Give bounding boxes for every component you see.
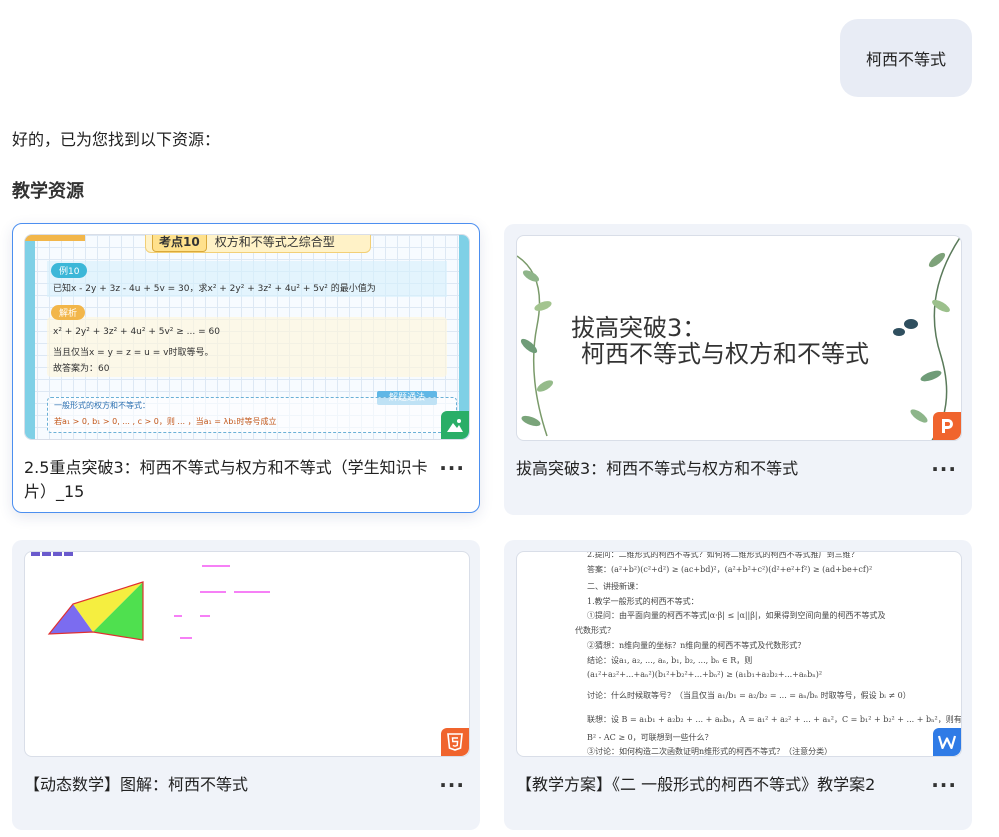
header-text: 权方和不等式之综合型 (214, 234, 335, 249)
resource-title[interactable]: 【教学方案】《二 一般形式的柯西不等式》教学案2 (516, 773, 921, 797)
resource-thumbnail[interactable]: 拔高突破3： 柯西不等式与权方和不等式 (516, 235, 962, 441)
general-title: 一般形式的权方和不等式： (54, 401, 150, 410)
document-line: 二、讲授新课： (587, 582, 643, 591)
resource-thumbnail[interactable] (24, 551, 470, 757)
document-line: 答案：(a²+b²)(c²+d²) ≥ (ac+bd)²，(a²+b²+c²)(… (587, 565, 873, 574)
document-line: 联想：设 B = a₁b₁ + a₂b₂ + ... + aₙbₙ，A = a₁… (587, 715, 962, 724)
resource-card[interactable]: 【动态数学】图解：柯西不等式 ··· (12, 540, 480, 830)
resource-card[interactable]: 2.提问：二维形式的柯西不等式？如何将二维形式的柯西不等式推广到三维？ 答案：(… (504, 540, 972, 830)
solution-tag: 解析 (51, 305, 86, 320)
general-line: 若a₁ > 0, b₁ > 0, ... , c > 0，则 ... ，当a₁ … (54, 417, 277, 426)
word-type-icon (933, 728, 961, 756)
document-line: 结论：设a₁, a₂, ..., aₙ, b₁, b₂, ..., bₙ ∈ R… (587, 656, 753, 665)
document-line: 代数形式？ (575, 626, 615, 635)
leaf-decoration-left (517, 255, 554, 437)
slide-title-line: 柯西不等式与权方和不等式 (581, 340, 869, 368)
resource-title[interactable]: 拔高突破3：柯西不等式与权方和不等式 (516, 457, 921, 481)
document-line: B² - AC ≥ 0，可联想到一些什么？ (587, 733, 713, 742)
more-options-button[interactable]: ··· (439, 456, 465, 480)
more-options-button[interactable]: ··· (931, 773, 957, 797)
document-line: 1.教学一般形式的柯西不等式： (587, 597, 699, 606)
problem-line: 已知x - 2y + 3z - 4u + 5v = 30，求x² + 2y² +… (53, 284, 376, 294)
document-line: ③讨论：如何构造二次函数证明n维形式的柯西不等式？（注意分类） (587, 747, 833, 756)
right-stripe (459, 235, 469, 439)
geometry-toolbar (31, 552, 73, 556)
resource-title[interactable]: 2.5重点突破3：柯西不等式与权方和不等式（学生知识卡片）_15 (24, 456, 429, 504)
general-form-box: 一般形式的权方和不等式： 若a₁ > 0, b₁ > 0, ... , c > … (47, 397, 457, 433)
example-tag: 例10 (51, 263, 88, 278)
document-line: 讨论：什么时候取等号？（当且仅当 a₁/b₁ = a₂/b₂ = ... = a… (587, 691, 911, 700)
solution-line: 故答案为：60 (53, 364, 110, 374)
solution-line: 当且仅当x = y = z = u = v时取等号。 (53, 348, 214, 358)
more-options-button[interactable]: ··· (439, 773, 465, 797)
solution-line: x² + 2y² + 3z² + 4u² + 5v² ≥ ... = 60 (53, 327, 220, 337)
section-title: 教学资源 (12, 181, 84, 202)
html5-type-icon (441, 728, 469, 756)
left-stripe (25, 235, 35, 439)
resource-thumbnail[interactable]: 2.提问：二维形式的柯西不等式？如何将二维形式的柯西不等式推广到三维？ 答案：(… (516, 551, 962, 757)
document-line: 2.提问：二维形式的柯西不等式？如何将二维形式的柯西不等式推广到三维？ (587, 551, 859, 559)
thumb-header: 考点10 权方和不等式之综合型 (145, 234, 371, 253)
corner-ribbon (25, 235, 85, 241)
document-line: (a₁²+a₂²+...+aₙ²)(b₁²+b₂²+...+bₙ²) ≥ (a₁… (587, 670, 823, 679)
document-line: ①提问：由平面向量的柯西不等式|α·β| ≤ |α||β|，如果得到空间向量的柯… (587, 611, 886, 620)
resource-thumbnail[interactable]: 考点10 权方和不等式之综合型 例10 已知x - 2y + 3z - 4u +… (24, 234, 470, 440)
more-options-button[interactable]: ··· (931, 457, 957, 481)
document-line: ②猜想：n维向量的坐标？n维向量的柯西不等式及代数形式？ (587, 641, 806, 650)
image-type-icon (441, 411, 469, 439)
header-tag: 考点10 (152, 235, 207, 252)
user-message-bubble: 柯西不等式 (840, 19, 972, 97)
resource-card[interactable]: 考点10 权方和不等式之综合型 例10 已知x - 2y + 3z - 4u +… (12, 223, 480, 513)
user-message-text: 柯西不等式 (865, 50, 946, 69)
resource-title[interactable]: 【动态数学】图解：柯西不等式 (24, 773, 429, 797)
geometry-figure (47, 581, 144, 641)
leaf-decoration-right (893, 236, 961, 440)
resource-card[interactable]: 拔高突破3： 柯西不等式与权方和不等式 拔高突破3：柯西不等式与权方和不等式 ·… (504, 224, 972, 515)
ppt-type-icon (933, 412, 961, 440)
assistant-reply: 好的，已为您找到以下资源： (12, 130, 221, 149)
formula-panel (174, 565, 270, 639)
